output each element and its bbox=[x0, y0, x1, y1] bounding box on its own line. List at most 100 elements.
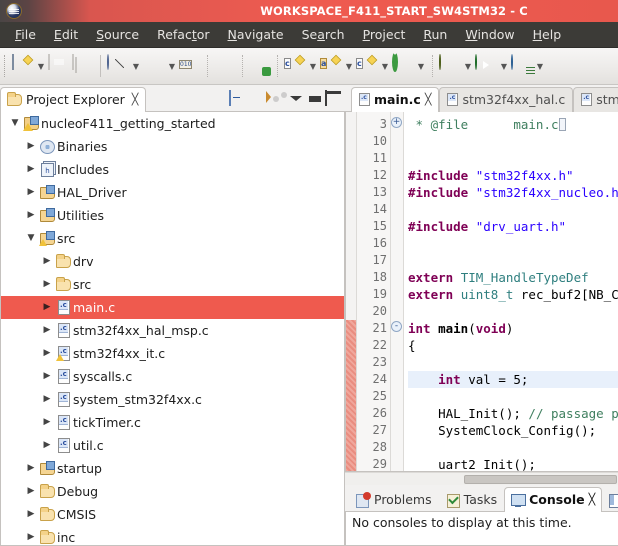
chevron-right-icon[interactable] bbox=[23, 503, 39, 526]
editor-tab-stm32f4xx-hal-c[interactable]: stm32f4xx_hal.c bbox=[439, 86, 574, 112]
toolbar-grip[interactable] bbox=[4, 55, 8, 77]
tree-item-utilities[interactable]: Utilities bbox=[1, 204, 344, 227]
tree-item-src[interactable]: src bbox=[1, 227, 344, 250]
tree-item-cmsis[interactable]: CMSIS bbox=[1, 503, 344, 526]
tree-item-nucleof411-getting-started[interactable]: nucleoF411_getting_started bbox=[1, 112, 344, 135]
chevron-right-icon[interactable] bbox=[39, 273, 55, 296]
toggle-mark-button[interactable] bbox=[214, 55, 236, 77]
bottom-tab-problems[interactable]: Problems bbox=[349, 487, 439, 512]
new-c-file-dropdown-arrow-icon[interactable] bbox=[379, 55, 391, 77]
fold-toggle[interactable]: + bbox=[391, 112, 403, 129]
tree-item-binaries[interactable]: Binaries bbox=[1, 135, 344, 158]
chevron-right-icon[interactable] bbox=[23, 135, 39, 158]
editor-fold-column[interactable]: + - bbox=[391, 111, 404, 472]
tab-project-explorer[interactable]: Project Explorer ╳ bbox=[0, 86, 147, 112]
new-c-file-button[interactable]: c bbox=[356, 55, 378, 77]
external-tools-dropdown-arrow-icon[interactable] bbox=[534, 55, 546, 77]
chevron-right-icon[interactable] bbox=[23, 526, 39, 545]
run-button[interactable] bbox=[475, 54, 497, 77]
refresh-dropdown-arrow-icon[interactable] bbox=[415, 55, 427, 77]
fold-toggle[interactable]: - bbox=[391, 316, 403, 333]
chevron-right-icon[interactable] bbox=[23, 158, 39, 181]
link-with-editor-button[interactable] bbox=[251, 91, 271, 109]
chevron-right-icon[interactable] bbox=[23, 480, 39, 503]
tree-item-hal-driver[interactable]: HAL_Driver bbox=[1, 181, 344, 204]
new-button[interactable] bbox=[12, 54, 34, 77]
tree-item-util-c[interactable]: util.c bbox=[1, 434, 344, 457]
new-c-project-dropdown-arrow-icon[interactable] bbox=[307, 55, 319, 77]
menu-item-run[interactable]: Run bbox=[414, 24, 456, 45]
build-dropdown-arrow-icon[interactable] bbox=[166, 55, 178, 77]
tree-item-debug[interactable]: Debug bbox=[1, 480, 344, 503]
collapse-all-button[interactable] bbox=[229, 89, 249, 109]
chevron-right-icon[interactable] bbox=[39, 365, 55, 388]
minimize-button[interactable] bbox=[307, 91, 323, 109]
tree-item-drv[interactable]: drv bbox=[1, 250, 344, 273]
view-menu-button[interactable] bbox=[289, 91, 305, 109]
menu-item-search[interactable]: Search bbox=[293, 24, 354, 45]
menu-item-help[interactable]: Help bbox=[524, 24, 571, 45]
print-dropdown-arrow-icon[interactable] bbox=[130, 55, 142, 77]
chevron-right-icon[interactable] bbox=[39, 250, 55, 273]
focus-on-active-task-button[interactable] bbox=[273, 91, 287, 109]
close-icon[interactable]: ╳ bbox=[132, 93, 139, 106]
code-editor[interactable]: 3 10 11 12 13 14 15 16 17 18 19 20 21 22 23 24 25 26 27 28 2… bbox=[345, 111, 618, 473]
menu-item-refactor[interactable]: Refactor bbox=[148, 24, 218, 45]
chevron-right-icon[interactable] bbox=[39, 434, 55, 457]
tree-item-main-c[interactable]: main.c bbox=[1, 295, 344, 319]
maximize-button[interactable] bbox=[325, 89, 341, 109]
editor-tab-main-c[interactable]: main.c ╳ bbox=[351, 86, 440, 112]
chevron-down-icon[interactable] bbox=[7, 112, 23, 135]
new-c-project-button[interactable]: c bbox=[284, 55, 306, 77]
chevron-right-icon[interactable] bbox=[23, 457, 39, 480]
debug-button[interactable] bbox=[439, 54, 461, 77]
new-dropdown-arrow-icon[interactable] bbox=[35, 55, 47, 77]
open-element-button[interactable] bbox=[249, 55, 271, 77]
run-dropdown-arrow-icon[interactable] bbox=[498, 55, 510, 77]
tree-item-ticktimer-c[interactable]: tickTimer.c bbox=[1, 411, 344, 434]
editor-marker-bar[interactable] bbox=[346, 111, 357, 472]
chevron-right-icon[interactable] bbox=[23, 181, 39, 204]
project-tree[interactable]: nucleoF411_getting_startedBinarieshInclu… bbox=[0, 111, 345, 546]
debug-dropdown-arrow-icon[interactable] bbox=[462, 55, 474, 77]
tree-item-includes[interactable]: hIncludes bbox=[1, 158, 344, 181]
editor-tab-stm[interactable]: stm bbox=[573, 86, 618, 112]
save-button[interactable] bbox=[48, 54, 70, 77]
chevron-right-icon[interactable] bbox=[39, 319, 55, 342]
scrollbar-thumb[interactable] bbox=[464, 474, 617, 484]
refresh-button[interactable] bbox=[392, 52, 414, 77]
binary-button[interactable]: 010 bbox=[179, 55, 201, 77]
tree-item-src[interactable]: src bbox=[1, 273, 344, 296]
chevron-right-icon[interactable] bbox=[23, 204, 39, 227]
menu-item-edit[interactable]: Edit bbox=[45, 24, 87, 45]
chevron-down-icon[interactable] bbox=[23, 227, 39, 250]
menu-item-file[interactable]: File bbox=[6, 24, 45, 45]
tree-item-inc[interactable]: inc bbox=[1, 526, 344, 545]
bottom-tab-pr[interactable]: Pr bbox=[602, 487, 618, 512]
external-tools-button[interactable] bbox=[511, 54, 533, 77]
chevron-right-icon[interactable] bbox=[39, 411, 55, 434]
tree-item-system-stm32f4xx-c[interactable]: system_stm32f4xx.c bbox=[1, 388, 344, 411]
editor-horizontal-scrollbar[interactable] bbox=[345, 472, 618, 485]
new-folder-dropdown-arrow-icon[interactable] bbox=[343, 55, 355, 77]
chevron-right-icon[interactable] bbox=[39, 342, 55, 365]
tree-item-startup[interactable]: startup bbox=[1, 457, 344, 480]
tree-item-stm32f4xx-hal-msp-c[interactable]: stm32f4xx_hal_msp.c bbox=[1, 319, 344, 342]
bottom-tab-console[interactable]: Console ╳ bbox=[504, 486, 603, 512]
menu-item-navigate[interactable]: Navigate bbox=[219, 24, 293, 45]
print-button[interactable] bbox=[107, 54, 129, 77]
build-button[interactable] bbox=[143, 55, 165, 77]
new-folder-button[interactable]: a bbox=[320, 55, 342, 77]
close-icon[interactable]: ╳ bbox=[425, 93, 432, 106]
menu-item-window[interactable]: Window bbox=[456, 24, 523, 45]
menu-item-source[interactable]: Source bbox=[87, 24, 148, 45]
chevron-right-icon[interactable] bbox=[39, 388, 55, 411]
close-icon[interactable]: ╳ bbox=[589, 493, 596, 506]
bottom-tab-tasks[interactable]: Tasks bbox=[439, 487, 505, 512]
save-all-button[interactable] bbox=[72, 54, 94, 77]
menu-item-project[interactable]: Project bbox=[354, 24, 415, 45]
tree-item-syscalls-c[interactable]: syscalls.c bbox=[1, 365, 344, 388]
editor-code-text[interactable]: * @file main.c #include "stm32f4xx.h" #inc… bbox=[404, 112, 618, 471]
tree-item-stm32f4xx-it-c[interactable]: stm32f4xx_it.c bbox=[1, 342, 344, 365]
chevron-right-icon[interactable] bbox=[39, 296, 55, 319]
